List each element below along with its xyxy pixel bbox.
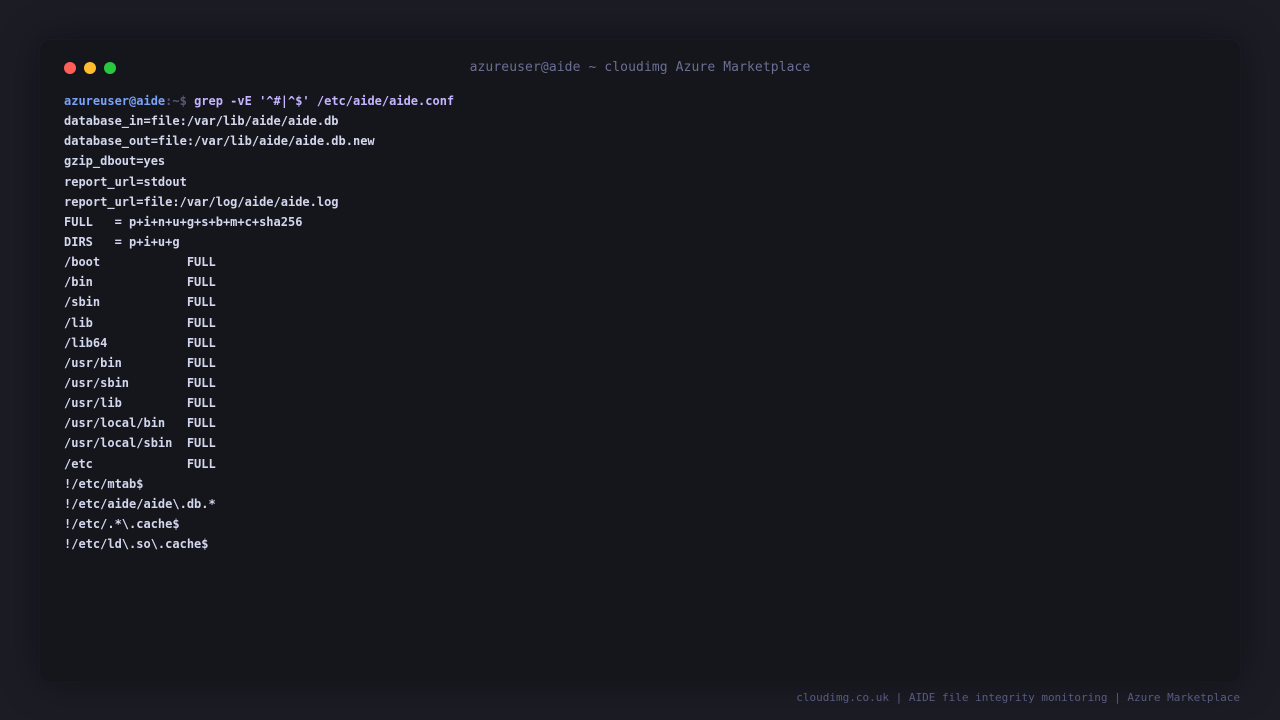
prompt-user-host: azureuser@aide: [64, 94, 166, 108]
output-line: /usr/local/sbin FULL: [64, 436, 216, 451]
output-line: /lib FULL: [64, 315, 216, 330]
output-line: database_in=file:/var/lib/aide/aide.db: [64, 114, 339, 129]
output-line: /lib64 FULL: [64, 335, 216, 350]
prompt-path: :~$: [165, 94, 195, 108]
output-line: !/etc/aide/aide\.db.*: [64, 496, 216, 511]
terminal-window: azureuser@aide ~ cloudimg Azure Marketpl…: [40, 40, 1240, 682]
window-title: azureuser@aide ~ cloudimg Azure Marketpl…: [469, 60, 811, 75]
footer-caption: cloudimg.co.uk | AIDE file integrity mon…: [796, 691, 1240, 704]
output-line: !/etc/.*\.cache$: [64, 516, 180, 531]
output-line: /bin FULL: [64, 275, 216, 290]
output-line: /usr/bin FULL: [64, 355, 216, 370]
terminal-output[interactable]: azureuser@aide:~$ grep -vE '^#|^$' /etc/…: [64, 91, 1214, 554]
output-line: /etc FULL: [64, 456, 216, 471]
output-line: database_out=file:/var/lib/aide/aide.db.…: [64, 134, 375, 149]
command-text: grep -vE '^#|^$' /etc/aide/aide.conf: [194, 94, 455, 108]
output-line: report_url=file:/var/log/aide/aide.log: [64, 194, 339, 209]
output-line: !/etc/ld\.so\.cache$: [64, 537, 209, 552]
title-bar: azureuser@aide ~ cloudimg Azure Marketpl…: [40, 40, 1240, 96]
output-line: DIRS = p+i+u+g: [64, 234, 180, 249]
command-prompt-line: azureuser@aide:~$ grep -vE '^#|^$' /etc/…: [64, 91, 1214, 111]
output-line: FULL = p+i+n+u+g+s+b+m+c+sha256: [64, 214, 303, 229]
output-line: gzip_dbout=yes: [64, 154, 166, 169]
output-line: /usr/sbin FULL: [64, 375, 216, 390]
output-line: /usr/lib FULL: [64, 396, 216, 411]
output-line: !/etc/mtab$: [64, 476, 144, 491]
output-line: /sbin FULL: [64, 295, 216, 310]
output-line: /usr/local/bin FULL: [64, 416, 216, 431]
output-line: report_url=stdout: [64, 174, 187, 189]
output-line: /boot FULL: [64, 255, 216, 270]
